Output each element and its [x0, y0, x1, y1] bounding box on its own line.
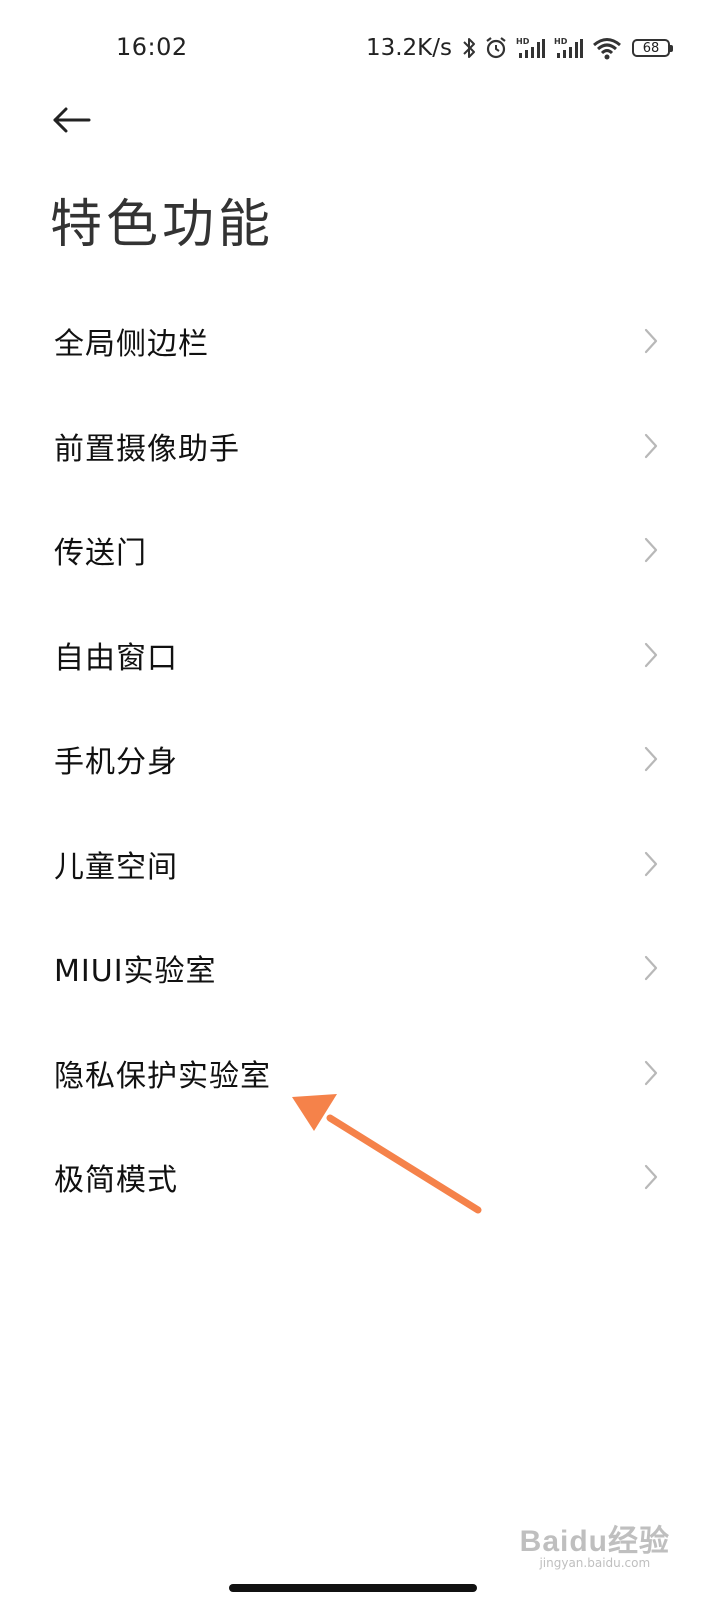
home-indicator[interactable] — [229, 1584, 477, 1592]
list-item-label: 隐私保护实验室 — [54, 1058, 271, 1094]
hd-signal-icon: HD — [516, 34, 546, 62]
chevron-right-icon — [640, 639, 662, 671]
chevron-right-icon — [640, 1057, 662, 1089]
list-item-privacy-lab[interactable]: 隐私保护实验室 — [0, 1021, 720, 1126]
chevron-right-icon — [640, 848, 662, 880]
watermark: Baidu经验 jingyan.baidu.com — [520, 1516, 670, 1570]
chevron-right-icon — [640, 952, 662, 984]
svg-text:HD: HD — [554, 37, 568, 46]
back-button[interactable] — [44, 96, 100, 144]
alarm-icon — [484, 34, 508, 62]
network-speed: 13.2K/s — [365, 35, 452, 61]
list-item-label: 自由窗口 — [54, 640, 178, 676]
list-item-front-camera-assistant[interactable]: 前置摄像助手 — [0, 394, 720, 499]
list-item-label: MIUI实验室 — [54, 954, 217, 990]
list-item-portal[interactable]: 传送门 — [0, 498, 720, 603]
list-item-global-sidebar[interactable]: 全局侧边栏 — [0, 289, 720, 394]
battery-level: 68 — [642, 40, 660, 56]
wifi-icon — [592, 34, 622, 62]
list-item-second-space[interactable]: 手机分身 — [0, 707, 720, 812]
list-item-minimal-mode[interactable]: 极简模式 — [0, 1125, 720, 1230]
page-title: 特色功能 — [50, 195, 275, 255]
watermark-logo: Baidu经验 — [519, 1525, 670, 1558]
list-item-label: 全局侧边栏 — [54, 327, 209, 363]
list-item-free-window[interactable]: 自由窗口 — [0, 603, 720, 708]
list-item-label: 前置摄像助手 — [54, 431, 240, 467]
chevron-right-icon — [640, 325, 662, 357]
battery-icon: 68 — [632, 39, 673, 57]
chevron-right-icon — [640, 1161, 662, 1193]
svg-text:HD: HD — [516, 37, 530, 46]
chevron-right-icon — [640, 430, 662, 462]
arrow-left-icon — [53, 107, 91, 133]
list-item-label: 儿童空间 — [54, 849, 178, 885]
status-bar: 16:02 13.2K/s HD HD 68 — [0, 0, 720, 96]
list-item-label: 极简模式 — [54, 1163, 178, 1199]
feature-list: 全局侧边栏 前置摄像助手 传送门 自由窗口 手机分身 儿童空间 MIUI实验室 … — [0, 289, 720, 1230]
list-item-label: 手机分身 — [54, 745, 178, 781]
watermark-url: jingyan.baidu.com — [539, 1556, 651, 1570]
list-item-kids-space[interactable]: 儿童空间 — [0, 812, 720, 917]
chevron-right-icon — [640, 743, 662, 775]
status-icons: 13.2K/s HD HD 68 — [365, 33, 673, 63]
chevron-right-icon — [640, 534, 662, 566]
bluetooth-icon — [462, 34, 476, 62]
list-item-label: 传送门 — [54, 536, 147, 572]
hd-signal-icon: HD — [554, 34, 584, 62]
list-item-miui-lab[interactable]: MIUI实验室 — [0, 916, 720, 1021]
status-time: 16:02 — [116, 33, 188, 61]
